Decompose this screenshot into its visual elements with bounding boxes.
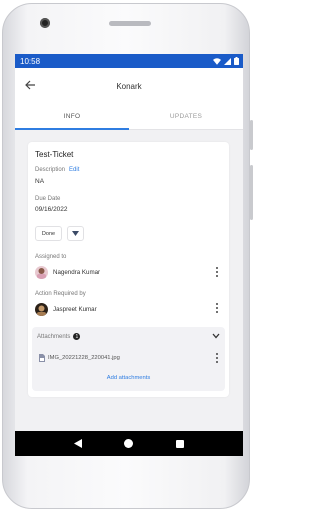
system-nav-bar — [15, 431, 243, 456]
volume-button — [250, 165, 253, 220]
status-time: 10:58 — [20, 56, 41, 66]
edit-description-link[interactable]: Edit — [69, 167, 79, 173]
tab-info[interactable]: INFO — [15, 104, 129, 129]
power-button — [250, 120, 253, 150]
action-required-person: Jaspreet Kumar — [35, 303, 97, 316]
add-attachments-link[interactable]: Add attachments — [32, 375, 225, 381]
triangle-down-icon — [72, 231, 79, 236]
status-done-button[interactable]: Done — [35, 226, 62, 241]
image-file-icon — [39, 354, 45, 362]
front-camera — [40, 18, 50, 28]
assignee-name: Nagendra Kumar — [53, 269, 101, 276]
chevron-down-icon[interactable] — [212, 333, 220, 339]
attachments-section: Attachments 1 IMG_20221228_220041.jpg Ad… — [32, 327, 225, 391]
description-label: Description — [35, 167, 66, 173]
attachments-header: Attachments 1 — [37, 333, 81, 340]
tab-bar: INFO UPDATES — [15, 104, 243, 130]
signal-icon — [224, 57, 231, 65]
tab-updates[interactable]: UPDATES — [129, 104, 243, 129]
action-required-more-icon[interactable] — [214, 302, 220, 314]
page-title: Konark — [116, 81, 142, 91]
attachments-count-badge: 1 — [73, 333, 81, 340]
due-date-value: 09/16/2022 — [35, 206, 68, 213]
description-value: NA — [35, 178, 45, 185]
ticket-name: Test-Ticket — [35, 150, 74, 159]
battery-icon — [234, 57, 239, 65]
assignee: Nagendra Kumar — [35, 266, 100, 279]
wifi-icon — [213, 57, 221, 65]
status-dropdown-button[interactable] — [67, 226, 84, 241]
description-row: Description Edit — [35, 167, 79, 173]
earpiece-speaker — [109, 21, 151, 26]
app-bar: Konark — [15, 68, 243, 104]
attachment-file-row[interactable]: IMG_20221228_220041.jpg — [39, 354, 120, 362]
action-required-avatar — [35, 303, 48, 316]
home-circle-icon[interactable] — [124, 439, 134, 448]
tab-indicator — [15, 128, 129, 130]
arrow-back-icon[interactable] — [23, 78, 37, 92]
assignee-more-icon[interactable] — [214, 266, 220, 278]
action-required-label: Action Required by — [35, 291, 86, 297]
attachment-file-name: IMG_20221228_220041.jpg — [48, 355, 120, 361]
action-required-name: Jaspreet Kumar — [53, 306, 97, 313]
recents-square-icon[interactable] — [175, 439, 184, 448]
assigned-to-label: Assigned to — [35, 254, 67, 260]
due-date-label: Due Date — [35, 196, 61, 202]
attachments-label: Attachments — [37, 333, 71, 340]
screen: 10:58 Konark INFO UPDATES Test-Ticket De… — [15, 54, 243, 456]
phone-frame: 10:58 Konark INFO UPDATES Test-Ticket De… — [2, 3, 250, 509]
assignee-avatar — [35, 266, 48, 279]
attachment-more-icon[interactable] — [214, 352, 220, 364]
status-bar: 10:58 — [15, 54, 243, 68]
back-triangle-icon[interactable] — [74, 439, 83, 448]
ticket-card: Test-Ticket Description Edit NA Due Date … — [28, 142, 229, 397]
